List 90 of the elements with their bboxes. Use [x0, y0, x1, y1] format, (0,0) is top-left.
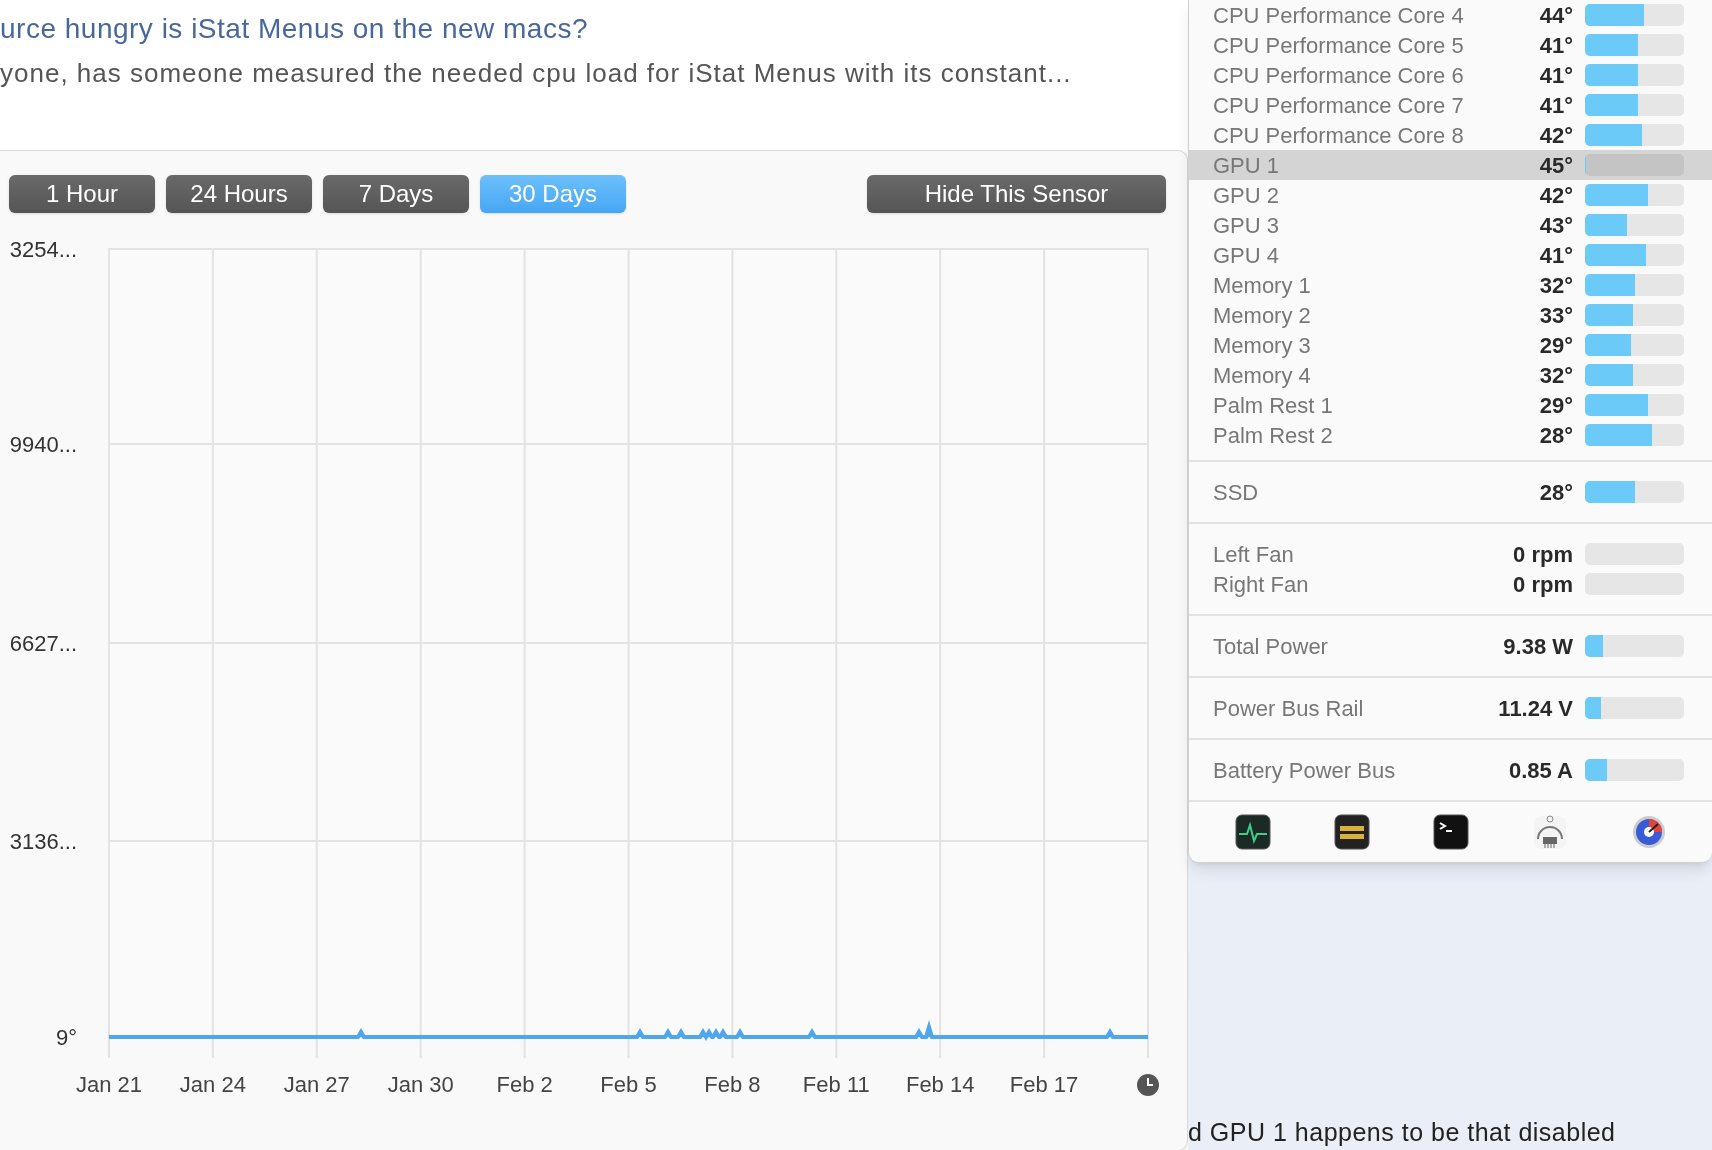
sensor-row[interactable]: GPU 1 45°: [1189, 150, 1712, 180]
y-axis-label: 3254...: [9, 237, 77, 262]
sensor-row[interactable]: Memory 3 29°: [1189, 330, 1712, 360]
sensor-value: 33°: [1539, 301, 1573, 330]
sensor-value: 43°: [1539, 211, 1573, 240]
x-axis-label: Feb 5: [600, 1072, 657, 1097]
sensor-name: Battery Power Bus: [1213, 756, 1397, 785]
y-axis-label: 9°: [55, 1025, 77, 1050]
x-axis-label: Jan 27: [283, 1072, 350, 1097]
sensor-row[interactable]: Power Bus Rail 11.24 V: [1189, 693, 1712, 723]
x-axis-label: Jan 30: [387, 1072, 454, 1097]
sensor-name: CPU Performance Core 6: [1213, 61, 1465, 90]
time-range-tab[interactable]: 24 Hours: [166, 175, 312, 213]
sensor-name: Palm Rest 2: [1213, 421, 1334, 450]
sensor-name: Right Fan: [1213, 570, 1310, 599]
sensor-value: 0 rpm: [1513, 540, 1573, 569]
sensor-name: Left Fan: [1213, 540, 1295, 569]
sensor-row[interactable]: Battery Power Bus 0.85 A: [1189, 755, 1712, 785]
sensor-name: CPU Performance Core 7: [1213, 91, 1465, 120]
sensor-row[interactable]: CPU Performance Core 8 42°: [1189, 120, 1712, 150]
hide-sensor-button[interactable]: Hide This Sensor: [867, 175, 1166, 213]
sensor-row[interactable]: Left Fan 0 rpm: [1189, 539, 1712, 569]
sensor-value: 41°: [1539, 91, 1573, 120]
sensor-row[interactable]: CPU Performance Core 4 44°: [1189, 0, 1712, 30]
x-axis-label: Feb 2: [496, 1072, 553, 1097]
sensor-name: Memory 3: [1213, 331, 1312, 360]
time-range-tab[interactable]: 7 Days: [323, 175, 469, 213]
sensor-name: GPU 3: [1213, 211, 1281, 240]
sensor-row[interactable]: Right Fan 0 rpm: [1189, 569, 1712, 599]
y-axis-label: 3136...: [9, 829, 77, 854]
chip-gauge-icon[interactable]: [1531, 813, 1568, 851]
sensor-value: 41°: [1539, 61, 1573, 90]
speedometer-icon[interactable]: [1630, 814, 1667, 850]
y-axis-label: 6627...: [9, 631, 77, 656]
sensor-name: Total Power: [1213, 632, 1329, 661]
sensor-value: 44°: [1539, 1, 1573, 30]
sensor-name: GPU 1: [1213, 151, 1281, 180]
sensor-name: CPU Performance Core 5: [1213, 31, 1465, 60]
sensor-value: 0.85 A: [1509, 756, 1573, 785]
sensor-row[interactable]: GPU 4 41°: [1189, 240, 1712, 270]
x-axis-label: Jan 21: [75, 1072, 143, 1097]
sensor-row[interactable]: CPU Performance Core 7 41°: [1189, 90, 1712, 120]
x-axis-label: Feb 11: [802, 1072, 870, 1097]
sensor-name: Power Bus Rail: [1213, 694, 1365, 723]
sensor-value: 41°: [1539, 31, 1573, 60]
terminal-icon[interactable]: [1432, 814, 1469, 850]
sensor-value: 28°: [1539, 421, 1573, 450]
x-axis-label: Feb 14: [905, 1072, 975, 1097]
sensor-name: CPU Performance Core 8: [1213, 121, 1465, 150]
sensor-row[interactable]: GPU 2 42°: [1189, 180, 1712, 210]
sensor-row[interactable]: CPU Performance Core 5 41°: [1189, 30, 1712, 60]
article-snippet: yone, has someone measured the needed cpu load for iStat Menus with its constant...: [0, 57, 1073, 90]
y-axis-label: 9940...: [9, 432, 77, 457]
sensor-name: GPU 4: [1213, 241, 1281, 270]
sensor-row[interactable]: Total Power 9.38 W: [1189, 631, 1712, 661]
sensor-value: 11.24 V: [1498, 694, 1573, 723]
sensor-value: 28°: [1539, 478, 1573, 507]
sensor-name: SSD: [1213, 478, 1260, 507]
article-link[interactable]: urce hungry is iStat Menus on the new macs?: [0, 8, 1188, 50]
sensor-value: 32°: [1539, 361, 1573, 390]
sensor-value: 42°: [1539, 181, 1573, 210]
sensor-value: 29°: [1539, 391, 1573, 420]
time-range-tab[interactable]: 1 Hour: [9, 175, 155, 213]
post-text: d GPU 1 happens to be that disabled: [1188, 1117, 1617, 1148]
sensor-row[interactable]: SSD 28°: [1189, 477, 1712, 507]
sensor-name: Memory 2: [1213, 301, 1312, 330]
sensor-value: 32°: [1539, 271, 1573, 300]
sensor-row[interactable]: CPU Performance Core 6 41°: [1189, 60, 1712, 90]
sensor-row[interactable]: Memory 4 32°: [1189, 360, 1712, 390]
sensor-row[interactable]: Memory 2 33°: [1189, 300, 1712, 330]
x-axis-label: Feb 17: [1009, 1072, 1079, 1097]
sensor-row[interactable]: Palm Rest 1 29°: [1189, 390, 1712, 420]
sensor-row[interactable]: Memory 1 32°: [1189, 270, 1712, 300]
sensor-name: Memory 1: [1213, 271, 1312, 300]
sensor-value: 45°: [1539, 151, 1573, 180]
sensor-name: Palm Rest 1: [1213, 391, 1334, 420]
x-axis-label: Jan 24: [179, 1072, 246, 1097]
x-axis-label: Feb 8: [704, 1072, 761, 1097]
activity-monitor-icon[interactable]: [1234, 814, 1271, 850]
sensor-row[interactable]: GPU 3 43°: [1189, 210, 1712, 240]
sensor-name: GPU 2: [1213, 181, 1281, 210]
sensor-value: 42°: [1539, 121, 1573, 150]
sensor-value: 9.38 W: [1503, 632, 1573, 661]
sensor-row[interactable]: Palm Rest 2 28°: [1189, 420, 1712, 450]
sensor-value: 0 rpm: [1513, 570, 1573, 599]
sensor-value: 41°: [1539, 241, 1573, 270]
sensor-name: CPU Performance Core 4: [1213, 1, 1465, 30]
sensor-value: 29°: [1539, 331, 1573, 360]
clock-icon[interactable]: [1137, 1074, 1159, 1096]
sensor-name: Memory 4: [1213, 361, 1312, 390]
